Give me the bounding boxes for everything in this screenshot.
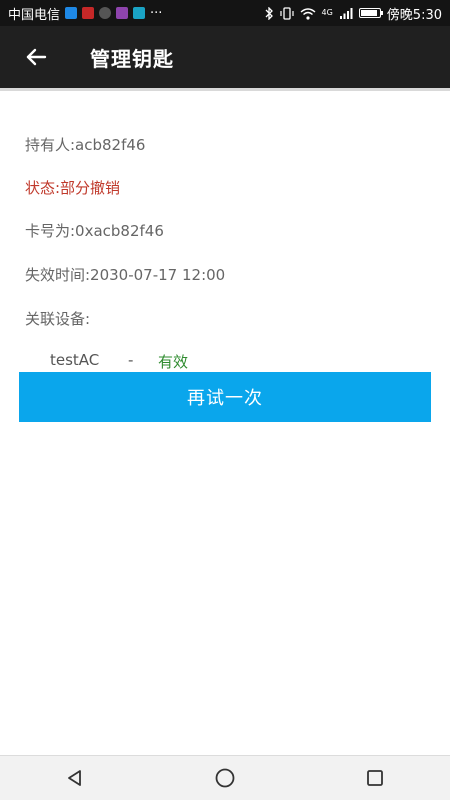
app-notification-icon [133,7,146,19]
triangle-back-icon [68,770,81,786]
battery-level [360,10,377,16]
status-text: 状态:部分撤销 [25,179,121,197]
circle-home-icon [215,768,235,788]
status-right: 4G 傍晚5:30 [264,4,442,23]
system-nav-bar [0,755,450,800]
arrow-left-icon [26,48,47,66]
nav-back-button[interactable] [55,758,95,798]
app-notification-icon [82,7,95,19]
device-name: testAC [50,351,100,369]
carrier-label: 中国电信 [8,7,61,23]
card-number-text: 卡号为:0xacb82f46 [25,222,164,240]
device-list-item: testAC - 有效 [50,351,188,372]
wifi-icon [300,7,315,20]
holder-text: 持有人:acb82f46 [25,136,146,154]
nav-home-button[interactable] [205,758,245,798]
back-button[interactable] [16,37,56,77]
retry-button[interactable]: 再试一次 [19,372,431,422]
expiry-text: 失效时间:2030-07-17 12:00 [25,266,226,284]
page-title: 管理钥匙 [90,46,174,71]
square-recents-icon [367,770,383,786]
clock: 傍晚5:30 [386,7,442,23]
app-notification-icon [65,7,78,19]
device-separator: - [128,351,134,369]
battery-icon [358,8,383,18]
devices-label: 关联设备: [25,310,91,328]
app-bar-divider [0,88,450,91]
network-type-label: 4G [321,8,333,17]
status-left: 中国电信 ··· [8,4,162,23]
app-notification-icon [116,7,129,19]
info-notification-icon [99,7,112,19]
bluetooth-icon [265,6,273,20]
signal-icon [339,7,353,19]
app-bar: 管理钥匙 [0,26,450,88]
vibrate-icon [279,6,294,20]
more-notifications-icon: ··· [150,5,163,21]
device-status: 有效 [158,353,189,371]
status-bar: 中国电信 ··· 4G 傍晚5:30 [0,0,450,26]
nav-recents-button[interactable] [355,758,395,798]
